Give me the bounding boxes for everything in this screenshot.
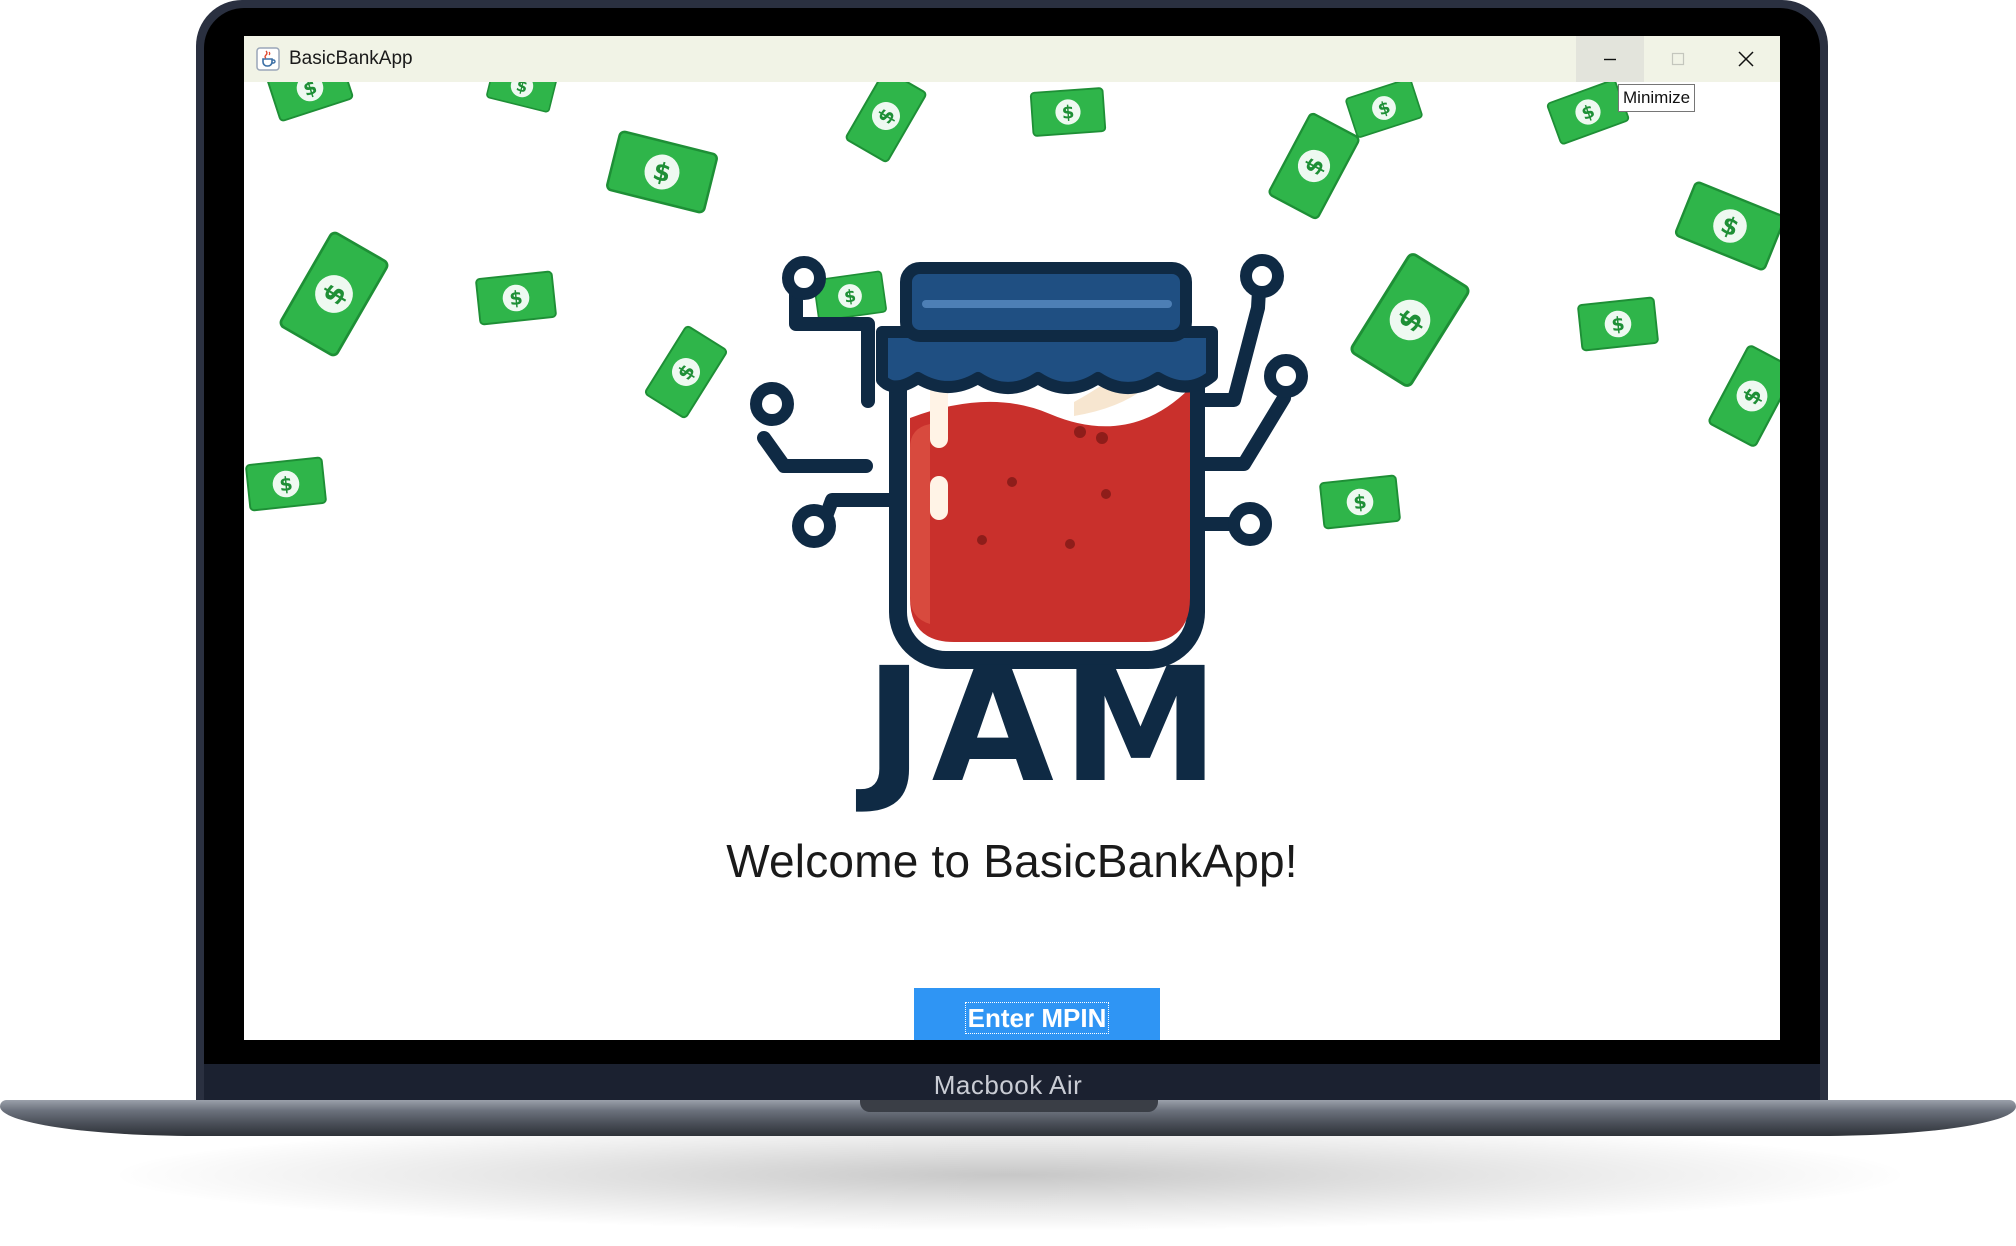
money-bill-icon — [474, 270, 558, 326]
laptop-notch — [860, 1100, 1158, 1112]
app-window: BasicBankApp JAM Welcome to BasicBankApp… — [244, 36, 1780, 1040]
jam-logo: JAM — [750, 254, 1308, 818]
money-bill-icon — [1344, 82, 1424, 139]
welcome-heading: Welcome to BasicBankApp! — [726, 835, 1298, 887]
enter-mpin-label: Enter MPIN — [964, 1002, 1110, 1034]
money-bill-icon — [1266, 111, 1362, 221]
minimize-tooltip: Minimize — [1618, 84, 1696, 112]
money-bill-icon — [604, 129, 720, 215]
money-bill-icon — [1029, 87, 1107, 137]
minimize-icon — [1604, 58, 1616, 61]
stage: Macbook Air BasicBankApp JAM Welcome to … — [0, 0, 2016, 1246]
maximize-button[interactable] — [1644, 36, 1712, 82]
close-icon — [1738, 51, 1754, 67]
laptop-shadow — [120, 1120, 1900, 1230]
money-bill-icon — [277, 229, 391, 359]
window-titlebar[interactable]: BasicBankApp — [244, 36, 1780, 82]
main-panel: $ — [244, 82, 1780, 1040]
money-bill-icon — [1706, 343, 1780, 449]
java-cup-icon — [256, 47, 280, 71]
maximize-icon — [1671, 52, 1685, 66]
jam-logo-text: JAM — [856, 634, 1227, 818]
money-bill-icon — [485, 82, 559, 114]
money-bill-icon — [265, 82, 355, 123]
money-bill-icon — [1318, 474, 1402, 530]
money-bill-icon — [1545, 82, 1631, 146]
window-title: BasicBankApp — [289, 48, 413, 69]
falling-money-background: $ — [244, 82, 1780, 818]
enter-mpin-button[interactable]: Enter MPIN — [914, 988, 1160, 1040]
close-button[interactable] — [1712, 36, 1780, 82]
money-bill-icon — [844, 82, 928, 164]
money-bill-icon — [244, 456, 328, 512]
money-bill-icon — [643, 324, 729, 420]
money-bill-icon — [1576, 296, 1660, 352]
money-bill-icon — [1348, 250, 1472, 390]
minimize-button[interactable] — [1576, 36, 1644, 82]
money-bill-icon — [1673, 180, 1780, 272]
